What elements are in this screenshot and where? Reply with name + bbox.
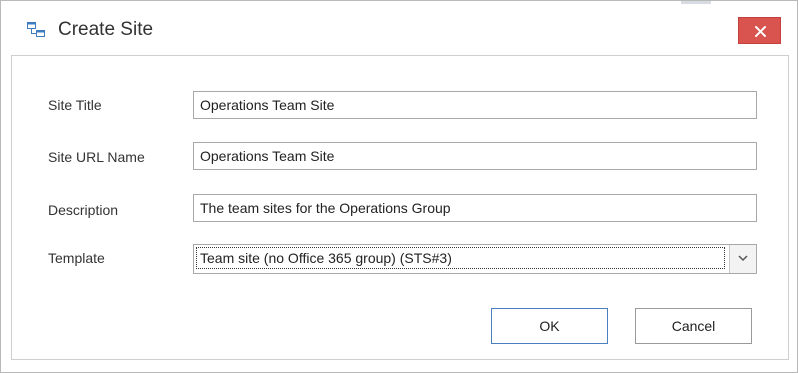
dialog-titlebar: Create Site	[1, 1, 797, 55]
dialog-title: Create Site	[58, 19, 154, 40]
form-panel: Site Title Site URL Name Description Tem…	[11, 55, 789, 360]
site-url-input[interactable]	[193, 142, 757, 170]
cancel-button[interactable]: Cancel	[635, 308, 752, 344]
titlebar-edge	[681, 1, 711, 4]
close-icon	[755, 26, 766, 37]
template-select[interactable]: Team site (no Office 365 group) (STS#3)	[193, 244, 757, 274]
chevron-down-icon	[738, 255, 748, 262]
template-selected-value: Team site (no Office 365 group) (STS#3)	[196, 247, 725, 269]
site-title-input[interactable]	[193, 91, 757, 119]
template-label: Template	[48, 250, 105, 266]
create-site-dialog: Create Site Site Title Site URL Name Des…	[0, 0, 798, 373]
description-input[interactable]	[193, 194, 757, 222]
site-url-label: Site URL Name	[48, 149, 145, 165]
ok-button[interactable]: OK	[491, 308, 608, 344]
close-button[interactable]	[738, 17, 781, 44]
template-dropdown-button[interactable]	[729, 245, 756, 273]
site-title-label: Site Title	[48, 97, 102, 113]
site-icon	[27, 22, 45, 38]
description-label: Description	[48, 202, 119, 218]
